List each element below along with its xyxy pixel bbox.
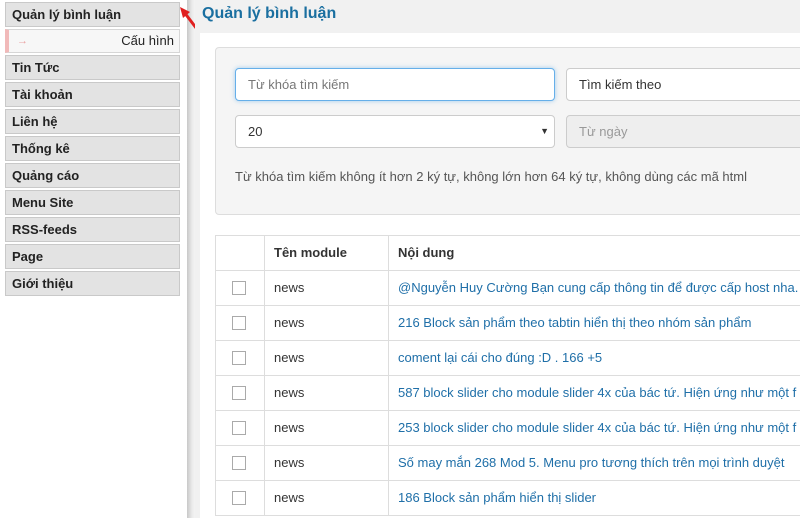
table-row: news 587 block slider cho module slider … bbox=[215, 376, 800, 411]
sidebar-subitem-config[interactable]: → Cấu hình bbox=[5, 29, 180, 53]
sidebar-item-contact[interactable]: Liên hệ bbox=[5, 109, 180, 134]
checkbox-cell bbox=[215, 411, 264, 446]
row-checkbox[interactable] bbox=[232, 456, 246, 470]
sidebar-item-accounts[interactable]: Tài khoản bbox=[5, 82, 180, 107]
row-checkbox[interactable] bbox=[232, 316, 246, 330]
table-row: news coment lại cái cho đúng :D . 166 +5 bbox=[215, 341, 800, 376]
table-row: news 216 Block sản phẩm theo tabtin hiển… bbox=[215, 306, 800, 341]
header-module: Tên module bbox=[264, 236, 388, 271]
comments-table: Tên module Nội dung news @Nguyễn Huy Cườ… bbox=[215, 235, 800, 516]
checkbox-cell bbox=[215, 341, 264, 376]
comment-link[interactable]: @Nguyễn Huy Cường Bạn cung cấp thông tin… bbox=[388, 271, 800, 306]
row-checkbox[interactable] bbox=[232, 281, 246, 295]
per-page-select[interactable]: 20 ▼ bbox=[235, 115, 555, 148]
per-page-value: 20 bbox=[248, 124, 263, 139]
comment-link[interactable]: 587 block slider cho module slider 4x củ… bbox=[388, 376, 800, 411]
sidebar-item-page[interactable]: Page bbox=[5, 244, 180, 269]
sidebar-item-about[interactable]: Giới thiệu bbox=[5, 271, 180, 296]
checkbox-cell bbox=[215, 306, 264, 341]
sidebar-item-ads[interactable]: Quảng cáo bbox=[5, 163, 180, 188]
table-row: news 186 Block sản phẩm hiển thị slider bbox=[215, 481, 800, 516]
comment-link[interactable]: 253 block slider cho module slider 4x củ… bbox=[388, 411, 800, 446]
comment-link[interactable]: coment lại cái cho đúng :D . 166 +5 bbox=[388, 341, 800, 376]
sidebar-subitem-label: Cấu hình bbox=[121, 33, 174, 48]
sidebar-item-comments[interactable]: Quản lý bình luận bbox=[5, 2, 180, 27]
caret-down-icon: ▼ bbox=[540, 126, 549, 136]
row-checkbox[interactable] bbox=[232, 351, 246, 365]
module-cell: news bbox=[264, 376, 388, 411]
module-cell: news bbox=[264, 481, 388, 516]
sidebar-item-news[interactable]: Tin Tức bbox=[5, 55, 180, 80]
comment-link[interactable]: 216 Block sản phẩm theo tabtin hiển thị … bbox=[388, 306, 800, 341]
module-cell: news bbox=[264, 271, 388, 306]
arrow-right-icon: → bbox=[17, 35, 28, 47]
sidebar-item-menu-site[interactable]: Menu Site bbox=[5, 190, 180, 215]
table-row: news Số may mắn 268 Mod 5. Menu pro tươn… bbox=[215, 446, 800, 481]
checkbox-cell bbox=[215, 271, 264, 306]
main-content: Quản lý bình luận Từ khóa tìm kiếm Tìm k… bbox=[195, 0, 800, 518]
row-checkbox[interactable] bbox=[232, 491, 246, 505]
checkbox-cell bbox=[215, 481, 264, 516]
comment-link[interactable]: Số may mắn 268 Mod 5. Menu pro tương thí… bbox=[388, 446, 800, 481]
header-content: Nội dung bbox=[388, 236, 800, 271]
sidebar-divider bbox=[187, 0, 195, 518]
header-checkbox-cell bbox=[215, 236, 264, 271]
sidebar-menu: Quản lý bình luận → Cấu hình Tin Tức Tài… bbox=[5, 2, 180, 298]
sidebar: Quản lý bình luận → Cấu hình Tin Tức Tài… bbox=[0, 0, 190, 518]
search-panel: Từ khóa tìm kiếm Tìm kiếm theo 20 ▼ Từ n… bbox=[215, 47, 800, 215]
sidebar-item-statistics[interactable]: Thống kê bbox=[5, 136, 180, 161]
comment-link[interactable]: 186 Block sản phẩm hiển thị slider bbox=[388, 481, 800, 516]
table-row: news @Nguyễn Huy Cường Bạn cung cấp thôn… bbox=[215, 271, 800, 306]
sidebar-item-rss[interactable]: RSS-feeds bbox=[5, 217, 180, 242]
table-header-row: Tên module Nội dung bbox=[215, 236, 800, 271]
search-by-select[interactable]: Tìm kiếm theo bbox=[566, 68, 800, 101]
module-cell: news bbox=[264, 306, 388, 341]
row-checkbox[interactable] bbox=[232, 421, 246, 435]
module-cell: news bbox=[264, 446, 388, 481]
from-date-input[interactable]: Từ ngày bbox=[566, 115, 800, 148]
table-row: news 253 block slider cho module slider … bbox=[215, 411, 800, 446]
module-cell: news bbox=[264, 411, 388, 446]
module-cell: news bbox=[264, 341, 388, 376]
keyword-input[interactable]: Từ khóa tìm kiếm bbox=[235, 68, 555, 101]
page-title: Quản lý bình luận bbox=[202, 5, 337, 22]
row-checkbox[interactable] bbox=[232, 386, 246, 400]
checkbox-cell bbox=[215, 446, 264, 481]
checkbox-cell bbox=[215, 376, 264, 411]
search-help-text: Từ khóa tìm kiếm không ít hơn 2 ký tự, k… bbox=[235, 169, 747, 184]
